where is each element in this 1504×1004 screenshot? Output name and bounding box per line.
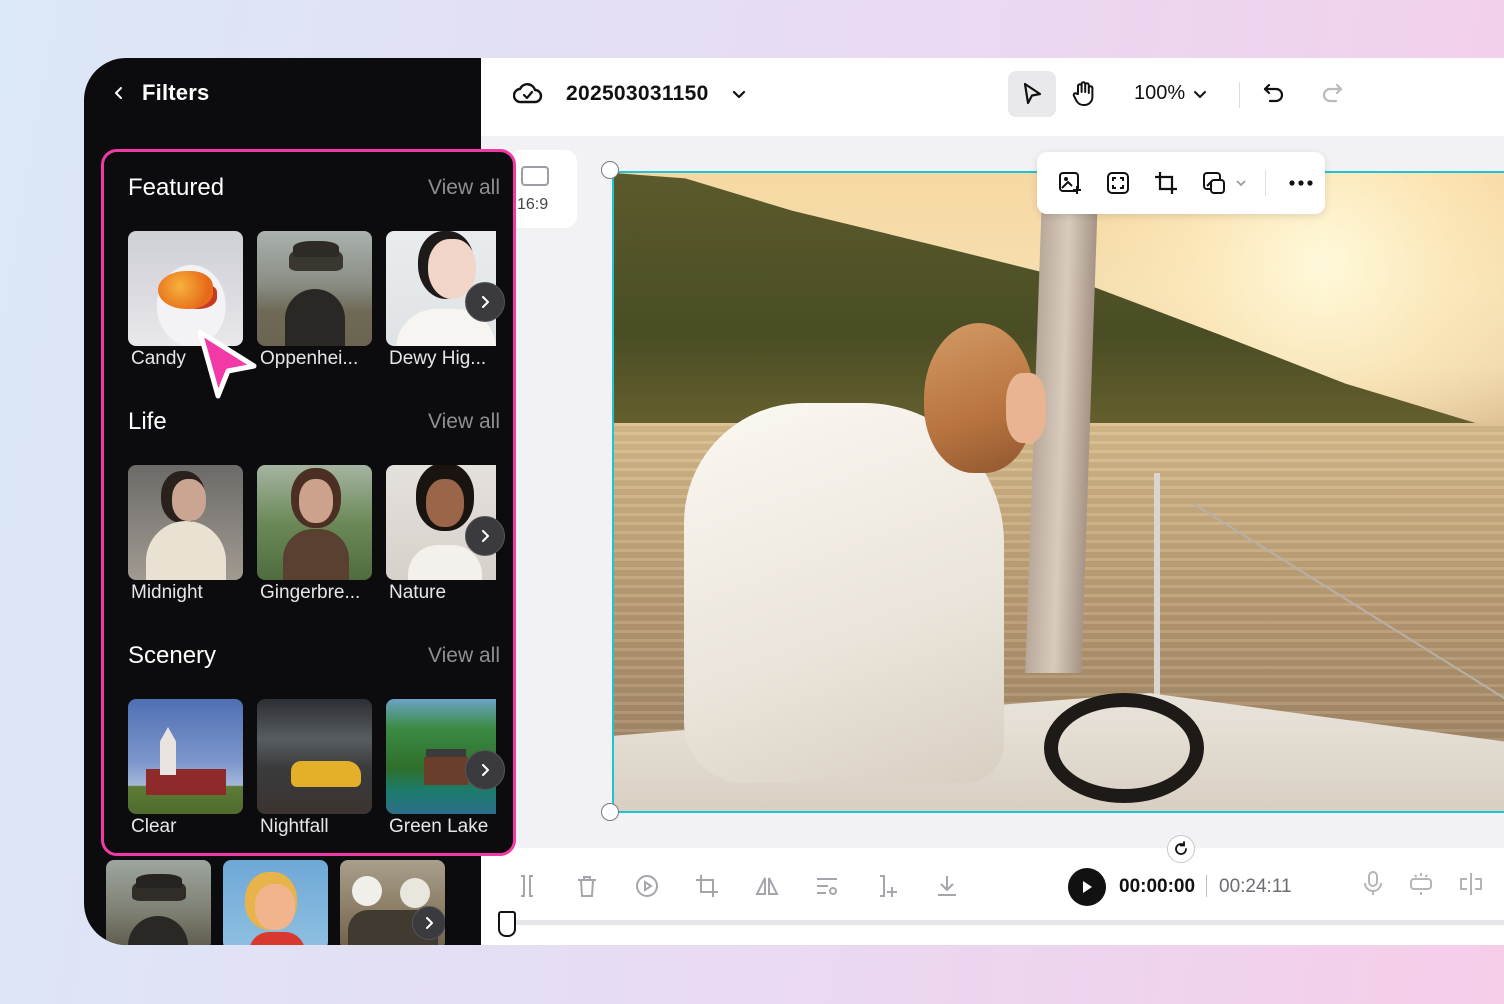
view-all-link[interactable]: View all: [428, 176, 500, 200]
filter-card[interactable]: Gingerbre...: [257, 465, 372, 605]
more-filters-strip: [106, 860, 445, 945]
filter-label: Green Lake: [389, 816, 489, 837]
mask-icon[interactable]: [1197, 166, 1231, 200]
undo-icon[interactable]: [1261, 80, 1287, 111]
filter-label: Oppenhei...: [260, 348, 359, 369]
filter-thumbnail[interactable]: [223, 860, 328, 945]
view-all-link[interactable]: View all: [428, 410, 500, 434]
pointer-icon[interactable]: [1008, 71, 1056, 117]
divider: [1239, 82, 1240, 108]
filter-thumbnail[interactable]: [106, 860, 211, 945]
split-icon[interactable]: [511, 870, 543, 902]
chevron-right-icon[interactable]: [465, 282, 505, 322]
filter-label: Gingerbre...: [260, 582, 361, 603]
filter-card[interactable]: Nightfall: [257, 699, 372, 839]
divider: [1265, 170, 1266, 196]
filter-card[interactable]: Midnight: [128, 465, 243, 605]
filter-thumbnail: [257, 699, 372, 814]
element-toolbar: [1037, 152, 1325, 214]
section-scenery: Scenery View all Clear Nightfall Green L…: [128, 640, 505, 839]
mic-icon[interactable]: [1361, 870, 1385, 903]
fit-icon[interactable]: [1101, 166, 1135, 200]
crop-icon[interactable]: [1149, 166, 1183, 200]
crop-icon[interactable]: [691, 870, 723, 902]
hand-icon[interactable]: [1061, 71, 1107, 117]
zoom-dropdown[interactable]: 100%: [1134, 82, 1207, 105]
more-icon[interactable]: [1284, 166, 1318, 200]
play-icon: [1083, 881, 1092, 893]
current-time: 00:00:00: [1119, 876, 1196, 897]
chevron-down-icon[interactable]: [1235, 177, 1247, 189]
filter-label: Dewy Hig...: [389, 348, 487, 369]
divider: [1206, 875, 1207, 897]
section-title: Scenery: [128, 642, 217, 669]
timeline-bar: 00:00:00 00:24:11: [481, 848, 1504, 945]
filter-thumbnail: [128, 465, 243, 580]
download-icon[interactable]: [931, 870, 963, 902]
cloud-icon[interactable]: [512, 80, 543, 113]
playhead[interactable]: [498, 911, 516, 937]
section-featured: Featured View all Candy Oppenhei... Dewy…: [128, 172, 505, 371]
chevron-right-icon[interactable]: [465, 516, 505, 556]
timeline-track[interactable]: [505, 920, 1504, 925]
panel-header: Filters: [112, 78, 209, 108]
zoom-level: 100%: [1134, 82, 1186, 104]
timeline-tools: [511, 870, 963, 902]
mouse-cursor-icon: [192, 326, 262, 407]
section-life: Life View all Midnight Gingerbre... Natu…: [128, 406, 505, 605]
video-frame: [614, 173, 1504, 811]
document-name[interactable]: 202503031150: [566, 82, 709, 106]
filter-label: Nightfall: [260, 816, 329, 837]
split-audio-icon[interactable]: [1457, 870, 1485, 903]
chevron-right-icon[interactable]: [412, 906, 445, 940]
aspect-ratio-button[interactable]: 16:9: [509, 150, 577, 228]
view-all-link[interactable]: View all: [428, 644, 500, 668]
delete-icon[interactable]: [571, 870, 603, 902]
filter-thumbnail: [257, 231, 372, 346]
chevron-down-icon: [1194, 90, 1207, 98]
play-button[interactable]: [1068, 868, 1106, 906]
chevron-left-icon[interactable]: [112, 86, 126, 100]
video-canvas[interactable]: [612, 171, 1504, 813]
section-title: Featured: [128, 174, 225, 201]
resize-handle[interactable]: [601, 803, 619, 821]
filter-card[interactable]: Oppenhei...: [257, 231, 372, 371]
replace-image-icon[interactable]: [1053, 166, 1087, 200]
filter-thumbnail: [128, 699, 243, 814]
filter-label: Midnight: [131, 582, 203, 603]
aspect-ratio-icon: [521, 166, 549, 186]
adjust-icon[interactable]: [811, 870, 843, 902]
top-toolbar: 202503031150 100%: [481, 58, 1504, 136]
filter-thumbnail: [257, 465, 372, 580]
resize-handle[interactable]: [601, 161, 619, 179]
flip-icon[interactable]: [751, 870, 783, 902]
filter-thumbnail[interactable]: [340, 860, 445, 945]
ai-enhance-icon[interactable]: [1407, 870, 1435, 903]
filter-label: Clear: [131, 816, 177, 837]
filter-label: Nature: [389, 582, 447, 603]
filter-sections-highlight: Featured View all Candy Oppenhei... Dewy…: [101, 149, 516, 856]
chevron-right-icon[interactable]: [465, 750, 505, 790]
chevron-down-icon[interactable]: [731, 86, 747, 107]
speed-icon[interactable]: [631, 870, 663, 902]
rotate-icon[interactable]: [1167, 835, 1195, 863]
aspect-ratio-label: 16:9: [517, 196, 549, 213]
total-time: 00:24:11: [1219, 876, 1292, 897]
timeline-right-tools: [1361, 870, 1485, 903]
panel-title: Filters: [142, 80, 210, 105]
filter-card[interactable]: Clear: [128, 699, 243, 839]
section-title: Life: [128, 408, 167, 435]
trim-icon[interactable]: [871, 870, 903, 902]
redo-icon[interactable]: [1319, 80, 1345, 111]
